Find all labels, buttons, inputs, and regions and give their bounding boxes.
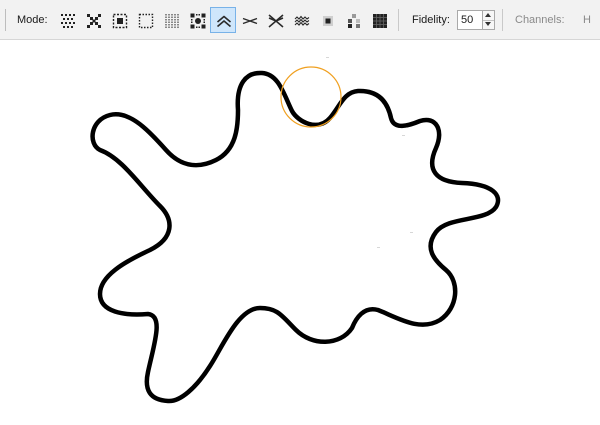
mode-button-vertical-stripes[interactable] [158,7,184,33]
vertical-stripes-icon [165,14,179,28]
zigzag-lines-icon [294,15,310,26]
mode-button-zigzag-lines[interactable] [288,7,314,33]
dotted-square-icon [138,13,154,29]
mode-button-filled-grid[interactable] [366,7,392,33]
mode-button-dither-cross[interactable] [80,7,106,33]
mode-label: Mode: [17,14,48,26]
dither-frame-icon [112,13,128,29]
dither-grid-icon [61,14,75,28]
fidelity-label: Fidelity: [412,14,450,26]
toolbar-separator [398,9,399,31]
center-dot-icon [323,16,333,26]
dither-cross-icon [87,14,101,28]
toolbar: Mode: Fidelity: 50 Channels: H [0,0,600,40]
fidelity-stepper[interactable] [483,10,495,30]
mode-button-bowtie[interactable] [236,7,262,33]
mode-button-dither-grid[interactable] [54,7,80,33]
corner-dots-icon [190,13,206,29]
channels-overflow-label: H [583,14,591,26]
mode-button-dotted-square[interactable] [132,7,158,33]
brush-cursor [280,66,342,128]
drawing-canvas[interactable] [0,41,600,425]
mode-button-pixel-steps[interactable] [340,7,366,33]
mode-button-double-chevron[interactable] [210,7,236,33]
double-chevron-up-icon [216,15,232,28]
stepper-down-arrow-icon[interactable] [483,20,494,29]
filled-grid-icon [373,14,387,28]
toolbar-grip[interactable] [5,9,6,31]
bowtie-icon [242,17,258,25]
cross-lines-icon [268,14,284,28]
mode-button-center-dot[interactable] [314,7,340,33]
fidelity-input[interactable]: 50 [457,10,483,30]
mode-button-cross-lines[interactable] [262,7,288,33]
toolbar-separator [502,9,503,31]
mode-button-corner-dots[interactable] [184,7,210,33]
pixel-steps-icon [348,14,360,28]
channels-label: Channels: [515,14,565,26]
mode-button-dither-frame[interactable] [106,7,132,33]
